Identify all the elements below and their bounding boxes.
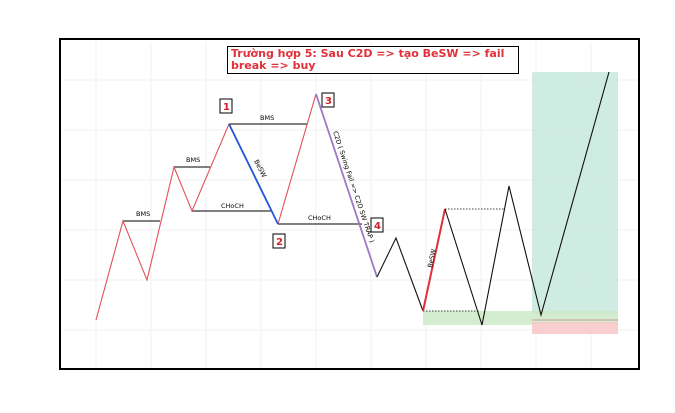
- bullish-leg-2: [277, 93, 317, 225]
- c2d-leg: [315, 93, 378, 278]
- choch-label-1: CHoCH: [221, 202, 244, 210]
- badge-2-text: 2: [276, 237, 283, 248]
- diagram-title: Trường hợp 5: Sau C2D => tạo BeSW => fai…: [231, 47, 505, 72]
- badge-4-text: 4: [374, 221, 381, 232]
- badge-3-text: 3: [325, 96, 332, 107]
- price-path: [376, 236, 424, 312]
- badge-3: 3: [321, 92, 335, 108]
- badge-4: 4: [370, 217, 384, 233]
- bms-label-3: BMS: [260, 114, 274, 122]
- c2d-label: C2D ( Swing Fail => C2D SW TRAP ): [331, 130, 376, 244]
- besw-label-red: BeSW: [426, 248, 438, 269]
- badge-1: 1: [219, 98, 233, 114]
- bullish-structure: [95, 123, 230, 321]
- stop-zone: [532, 322, 618, 334]
- title-box: Trường hợp 5: Sau C2D => tạo BeSW => fai…: [227, 46, 519, 74]
- badge-1-text: 1: [223, 102, 230, 113]
- choch-label-2: CHoCH: [308, 214, 331, 222]
- badge-2: 2: [272, 233, 286, 249]
- bms-label-1: BMS: [136, 210, 150, 218]
- bms-label-2: BMS: [186, 156, 200, 164]
